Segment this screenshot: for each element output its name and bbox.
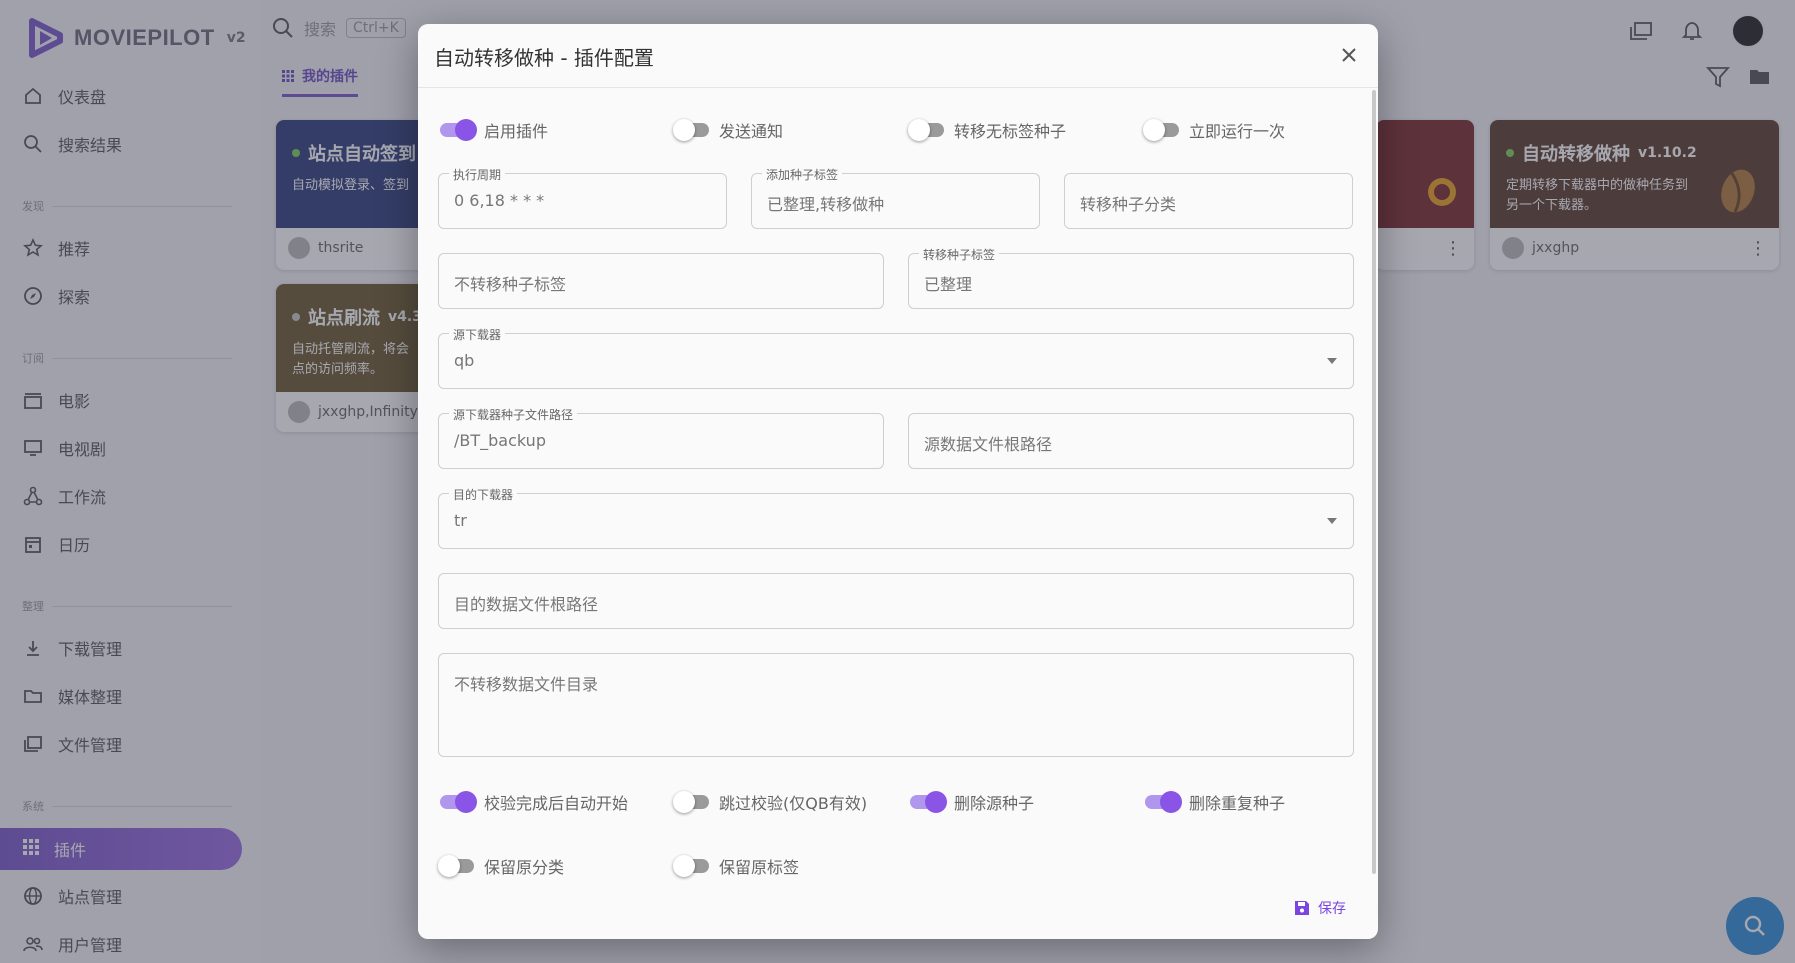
switch-label: 删除重复种子: [1189, 794, 1286, 813]
cron-field[interactable]: 执行周期 0 6,18 * * *: [438, 166, 727, 229]
category-field[interactable]: 转移种子分类: [1064, 173, 1353, 229]
from-torrent-path-field[interactable]: 源下载器种子文件路径 /BT_backup: [438, 406, 884, 469]
auto-start-switch[interactable]: 校验完成后自动开始: [440, 790, 675, 814]
switch-label: 保留原标签: [719, 858, 800, 877]
exclude-tags-field[interactable]: 不转移种子标签: [438, 253, 884, 309]
switch-label: 发送通知: [719, 122, 784, 141]
close-icon: [1342, 48, 1356, 62]
field-label: 源下载器种子文件路径: [449, 406, 578, 423]
to-downloader-select[interactable]: 目的下载器 tr: [438, 486, 1354, 549]
delete-duplicate-switch[interactable]: 删除重复种子: [1145, 790, 1380, 814]
skip-verify-switch[interactable]: 跳过校验(仅QB有效): [673, 790, 910, 814]
field-placeholder: 目的数据文件根路径: [454, 595, 599, 614]
dialog-title: 自动转移做种 - 插件配置: [434, 46, 654, 70]
field-label: 执行周期: [449, 166, 506, 183]
field-value: /BT_backup: [454, 431, 546, 450]
field-label: 目的下载器: [449, 486, 518, 503]
switch-row-bottom: 校验完成后自动开始 跳过校验(仅QB有效) 删除源种子 删除重复种子: [440, 790, 1380, 814]
chevron-down-icon: [1327, 358, 1337, 364]
field-value: 0 6,18 * * *: [454, 191, 545, 210]
field-label: 转移种子标签: [919, 246, 1000, 263]
to-data-path-field[interactable]: 目的数据文件根路径: [438, 573, 1354, 629]
enable-plugin-switch[interactable]: 启用插件: [440, 118, 675, 142]
switch-label: 删除源种子: [954, 794, 1035, 813]
chevron-down-icon: [1327, 518, 1337, 524]
field-value: qb: [454, 351, 475, 370]
switch-label: 立即运行一次: [1189, 122, 1286, 141]
from-data-path-field[interactable]: 源数据文件根路径: [908, 413, 1354, 469]
field-value: 已整理: [924, 275, 973, 294]
keep-category-switch[interactable]: 保留原分类: [438, 854, 675, 878]
save-button[interactable]: 保存: [1294, 898, 1346, 918]
field-label: 添加种子标签: [762, 166, 843, 183]
switch-label: 跳过校验(仅QB有效): [719, 794, 868, 813]
field-value: 已整理,转移做种: [767, 195, 885, 214]
switch-label: 保留原分类: [484, 858, 565, 877]
from-downloader-select[interactable]: 源下载器 qb: [438, 326, 1354, 389]
switch-label: 启用插件: [484, 122, 549, 141]
transfer-untagged-switch[interactable]: 转移无标签种子: [908, 118, 1145, 142]
keep-tags-switch[interactable]: 保留原标签: [673, 854, 910, 878]
save-icon: [1295, 901, 1309, 915]
field-placeholder: 源数据文件根路径: [924, 435, 1053, 454]
add-tags-field[interactable]: 添加种子标签 已整理,转移做种: [751, 166, 1040, 229]
switch-label: 校验完成后自动开始: [484, 794, 629, 813]
field-value: tr: [454, 511, 467, 530]
save-label: 保存: [1318, 901, 1346, 917]
transfer-tags-field[interactable]: 转移种子标签 已整理: [908, 246, 1354, 309]
field-label: 源下载器: [449, 326, 506, 343]
send-notify-switch[interactable]: 发送通知: [673, 118, 910, 142]
plugin-config-dialog: 自动转移做种 - 插件配置 启用插件 发送通知 转移无标签种子 立即运行一次 执…: [418, 24, 1378, 939]
delete-source-switch[interactable]: 删除源种子: [910, 790, 1145, 814]
exclude-dirs-textarea[interactable]: 不转移数据文件目录: [438, 653, 1354, 757]
close-button[interactable]: [1336, 42, 1362, 68]
run-once-switch[interactable]: 立即运行一次: [1143, 118, 1380, 142]
field-placeholder: 转移种子分类: [1080, 195, 1177, 214]
dialog-scrollbar[interactable]: [1372, 90, 1376, 874]
field-placeholder: 不转移种子标签: [454, 275, 567, 294]
switch-label: 转移无标签种子: [954, 122, 1067, 141]
field-placeholder: 不转移数据文件目录: [454, 675, 599, 694]
switch-row-top: 启用插件 发送通知 转移无标签种子 立即运行一次: [440, 118, 1380, 142]
dialog-divider: [418, 87, 1378, 88]
switch-row-last: 保留原分类 保留原标签: [438, 854, 910, 878]
